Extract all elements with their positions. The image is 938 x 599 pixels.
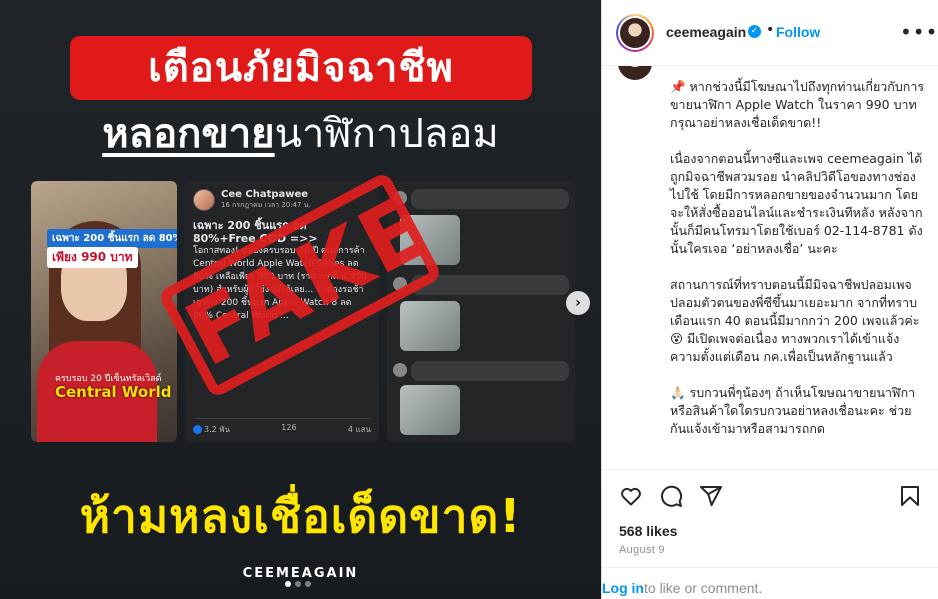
chat-image	[400, 301, 460, 351]
bookmark-icon[interactable]	[898, 484, 922, 508]
fb-name: Cee Chatpawee	[221, 189, 309, 200]
heart-icon[interactable]	[619, 484, 643, 508]
post-sidebar: ceemeagain ✓ • Follow ••• 📌 หากช่วงนี้มี…	[601, 0, 938, 599]
headline-line1: เตือนภัยมิจฉาชีพ	[148, 45, 454, 91]
chat-avatar	[393, 363, 407, 377]
carousel-dot	[305, 581, 311, 587]
login-link[interactable]: Log in	[602, 580, 644, 596]
avatar[interactable]	[616, 14, 654, 52]
comment-icon[interactable]	[659, 484, 683, 508]
post-caption: 📌 หากช่วงนี้มีโฆษณาไปถึงทุกท่านเกี่ยวกับ…	[670, 79, 925, 436]
headline-line2-underlined: หลอกขาย	[102, 111, 275, 157]
login-bar: Log in to like or comment.	[602, 567, 938, 599]
carousel-dot	[295, 581, 301, 587]
share-icon[interactable]	[699, 484, 723, 508]
chevron-right-icon: ›	[575, 295, 581, 311]
action-bar	[602, 469, 938, 519]
fb-date: 16 กรกฎาคม เวลา 20:47 น.	[221, 201, 311, 209]
caption-avatar[interactable]	[616, 66, 654, 82]
brand-watermark: CEEMEAGAIN	[242, 566, 359, 581]
carousel-dots	[285, 581, 311, 587]
next-slide-button[interactable]: ›	[566, 291, 590, 315]
separator-dot: •	[766, 22, 775, 38]
fb-like-icon	[193, 425, 202, 434]
more-options-icon[interactable]: •••	[900, 22, 938, 42]
fb-avatar	[193, 189, 215, 211]
fb-shares: 4 แสน	[347, 425, 371, 434]
photo-price-tag: เพียง 990 บาท	[47, 247, 138, 268]
username-link[interactable]: ceemeagain	[666, 24, 746, 40]
likes-count[interactable]: 568 likes	[619, 523, 677, 539]
fb-likes: 3.2 พัน	[193, 423, 230, 436]
warning-text: ห้ามหลงเชื่อเด็ดขาด!	[79, 489, 522, 543]
fb-post-header: Cee Chatpawee 16 กรกฎาคม เวลา 20:47 น.	[193, 189, 311, 211]
carousel-dot	[285, 581, 291, 587]
follow-button[interactable]: Follow	[776, 24, 820, 40]
post-date[interactable]: August 9	[619, 544, 665, 556]
photo-location-text: Central World	[55, 383, 172, 401]
photo-promo-tag: เฉพาะ 200 ชิ้นแรก ลด 80%	[47, 229, 177, 248]
screenshot-photo-panel: เฉพาะ 200 ชิ้นแรก ลด 80% เพียง 990 บาท ค…	[31, 181, 177, 442]
chat-bubble	[411, 361, 569, 381]
chat-bubble	[411, 189, 569, 209]
chat-comment	[393, 359, 569, 383]
headline-line2-rest: นาฬิกาปลอม	[274, 111, 499, 157]
post-header: ceemeagain ✓ • Follow •••	[602, 0, 938, 66]
fb-comments: 126	[281, 423, 297, 432]
comments-area[interactable]: 📌 หากช่วงนี้มีโฆษณาไปถึงทุกท่านเกี่ยวกับ…	[602, 66, 938, 469]
chat-image	[400, 385, 460, 435]
headline-line2: หลอกขายนาฬิกาปลอม	[0, 108, 601, 160]
chat-comment	[393, 187, 569, 211]
fb-post-footer: 3.2 พัน 126 4 แสน	[193, 418, 371, 436]
verified-badge-icon: ✓	[748, 25, 761, 38]
post-media[interactable]: เตือนภัยมิจฉาชีพ หลอกขายนาฬิกาปลอม เฉพาะ…	[0, 0, 601, 599]
login-prompt-text: to like or comment.	[644, 580, 763, 596]
